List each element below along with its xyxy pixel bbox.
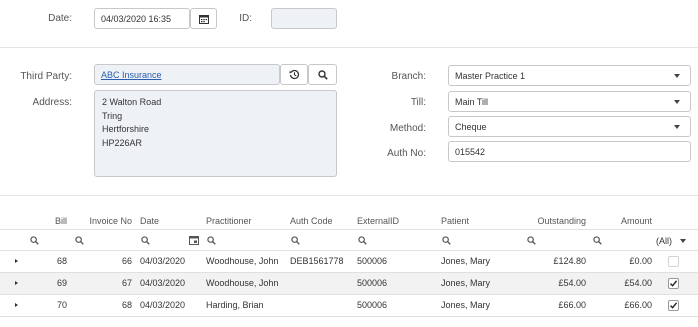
cell-patient: Jones, Mary <box>441 256 491 266</box>
method-value: Cheque <box>455 121 487 132</box>
calendar-button[interactable] <box>190 8 217 29</box>
filter-search-icon[interactable] <box>291 236 300 245</box>
cell-date: 04/03/2020 <box>140 256 186 266</box>
till-select[interactable]: Main Till <box>448 91 691 112</box>
date-label: Date: <box>48 13 72 24</box>
address-line: Hertforshire <box>102 124 150 134</box>
branch-label: Branch: <box>391 71 426 82</box>
cell-auth-code: DEB1561778 <box>290 256 344 266</box>
cell-practitioner: Woodhouse, John <box>206 256 279 266</box>
divider <box>0 47 698 48</box>
cell-practitioner: Harding, Brian <box>206 300 264 310</box>
filter-search-icon[interactable] <box>75 236 84 245</box>
method-label: Method: <box>389 123 426 134</box>
expand-row-icon[interactable] <box>15 281 18 285</box>
filter-search-icon[interactable] <box>593 236 602 245</box>
col-header-auth-code[interactable]: Auth Code <box>290 216 333 226</box>
calendar-icon <box>198 14 209 24</box>
cell-invoice-no: 68 <box>121 300 132 310</box>
filter-search-icon[interactable] <box>207 236 216 245</box>
address-label: Address: <box>32 97 72 108</box>
cell-date: 04/03/2020 <box>140 300 186 310</box>
third-party-field[interactable]: ABC Insurance <box>94 64 280 85</box>
filter-search-icon[interactable] <box>527 236 536 245</box>
method-select[interactable]: Cheque <box>448 116 691 137</box>
cell-amount: £54.00 <box>624 278 652 288</box>
cell-amount: £66.00 <box>624 300 652 310</box>
filter-search-icon[interactable] <box>442 236 451 245</box>
search-button[interactable] <box>308 64 337 85</box>
chevron-down-icon[interactable] <box>680 239 686 243</box>
filter-search-icon[interactable] <box>141 236 150 245</box>
cell-bill: 69 <box>56 278 67 288</box>
expand-row-icon[interactable] <box>15 303 18 307</box>
all-filter-label: (All) <box>656 236 672 246</box>
id-input[interactable] <box>271 8 337 29</box>
col-header-invoice-no[interactable]: Invoice No <box>86 216 132 226</box>
cell-bill: 68 <box>56 256 67 266</box>
filter-search-icon[interactable] <box>358 236 367 245</box>
checkmark-icon <box>670 280 678 287</box>
checkmark-icon <box>670 302 678 309</box>
search-icon <box>317 69 328 80</box>
id-label: ID: <box>239 13 252 24</box>
auth-no-label: Auth No: <box>387 148 426 159</box>
date-input[interactable]: 04/03/2020 16:35 <box>94 8 190 29</box>
address-textarea[interactable]: 2 Walton Road Tring Hertforshire HP226AR <box>94 90 337 177</box>
cell-patient: Jones, Mary <box>441 278 491 288</box>
col-header-date[interactable]: Date <box>140 216 159 226</box>
address-line: HP226AR <box>102 137 143 148</box>
expand-row-icon[interactable] <box>15 259 18 263</box>
cell-outstanding: £54.00 <box>558 278 586 288</box>
cell-external-id: 500006 <box>357 278 388 288</box>
grid-divider <box>0 229 698 230</box>
address-line: 2 Walton Road <box>102 97 162 107</box>
cell-invoice-no: 66 <box>121 256 132 266</box>
cell-bill: 70 <box>56 300 67 310</box>
till-label: Till: <box>410 97 426 108</box>
grid-divider <box>0 316 698 317</box>
cell-amount: £0.00 <box>629 256 652 266</box>
chevron-down-icon <box>674 99 680 104</box>
history-button[interactable] <box>280 64 308 85</box>
cell-date: 04/03/2020 <box>140 278 186 288</box>
cell-external-id: 500006 <box>357 256 388 266</box>
branch-value: Master Practice 1 <box>455 70 526 81</box>
cell-outstanding: £124.80 <box>553 256 586 266</box>
cell-outstanding: £66.00 <box>558 300 586 310</box>
all-filter-select[interactable]: (All) <box>656 236 672 246</box>
divider <box>0 195 698 196</box>
filter-calendar-icon[interactable] <box>189 236 199 245</box>
chevron-down-icon <box>674 124 680 129</box>
branch-select[interactable]: Master Practice 1 <box>448 65 691 86</box>
history-icon <box>288 69 299 80</box>
col-header-amount[interactable]: Amount <box>610 216 652 226</box>
third-party-label: Third Party: <box>20 71 72 82</box>
cell-practitioner: Woodhouse, John <box>206 278 279 288</box>
col-header-external-id[interactable]: ExternalID <box>357 216 399 226</box>
filter-search-icon[interactable] <box>30 236 39 245</box>
col-header-outstanding[interactable]: Outstanding <box>515 216 586 226</box>
cell-invoice-no: 67 <box>121 278 132 288</box>
chevron-down-icon <box>674 73 680 78</box>
col-header-bill[interactable]: Bill <box>45 216 67 226</box>
row-checkbox[interactable] <box>668 300 679 311</box>
cell-external-id: 500006 <box>357 300 388 310</box>
cell-patient: Jones, Mary <box>441 300 491 310</box>
col-header-practitioner[interactable]: Practitioner <box>206 216 252 226</box>
col-header-patient[interactable]: Patient <box>441 216 469 226</box>
row-checkbox[interactable] <box>668 278 679 289</box>
row-checkbox[interactable] <box>668 256 679 267</box>
address-line: Tring <box>102 110 123 121</box>
till-value: Main Till <box>455 96 489 107</box>
auth-no-input[interactable]: 015542 <box>448 141 691 162</box>
third-party-link[interactable]: ABC Insurance <box>101 70 162 80</box>
